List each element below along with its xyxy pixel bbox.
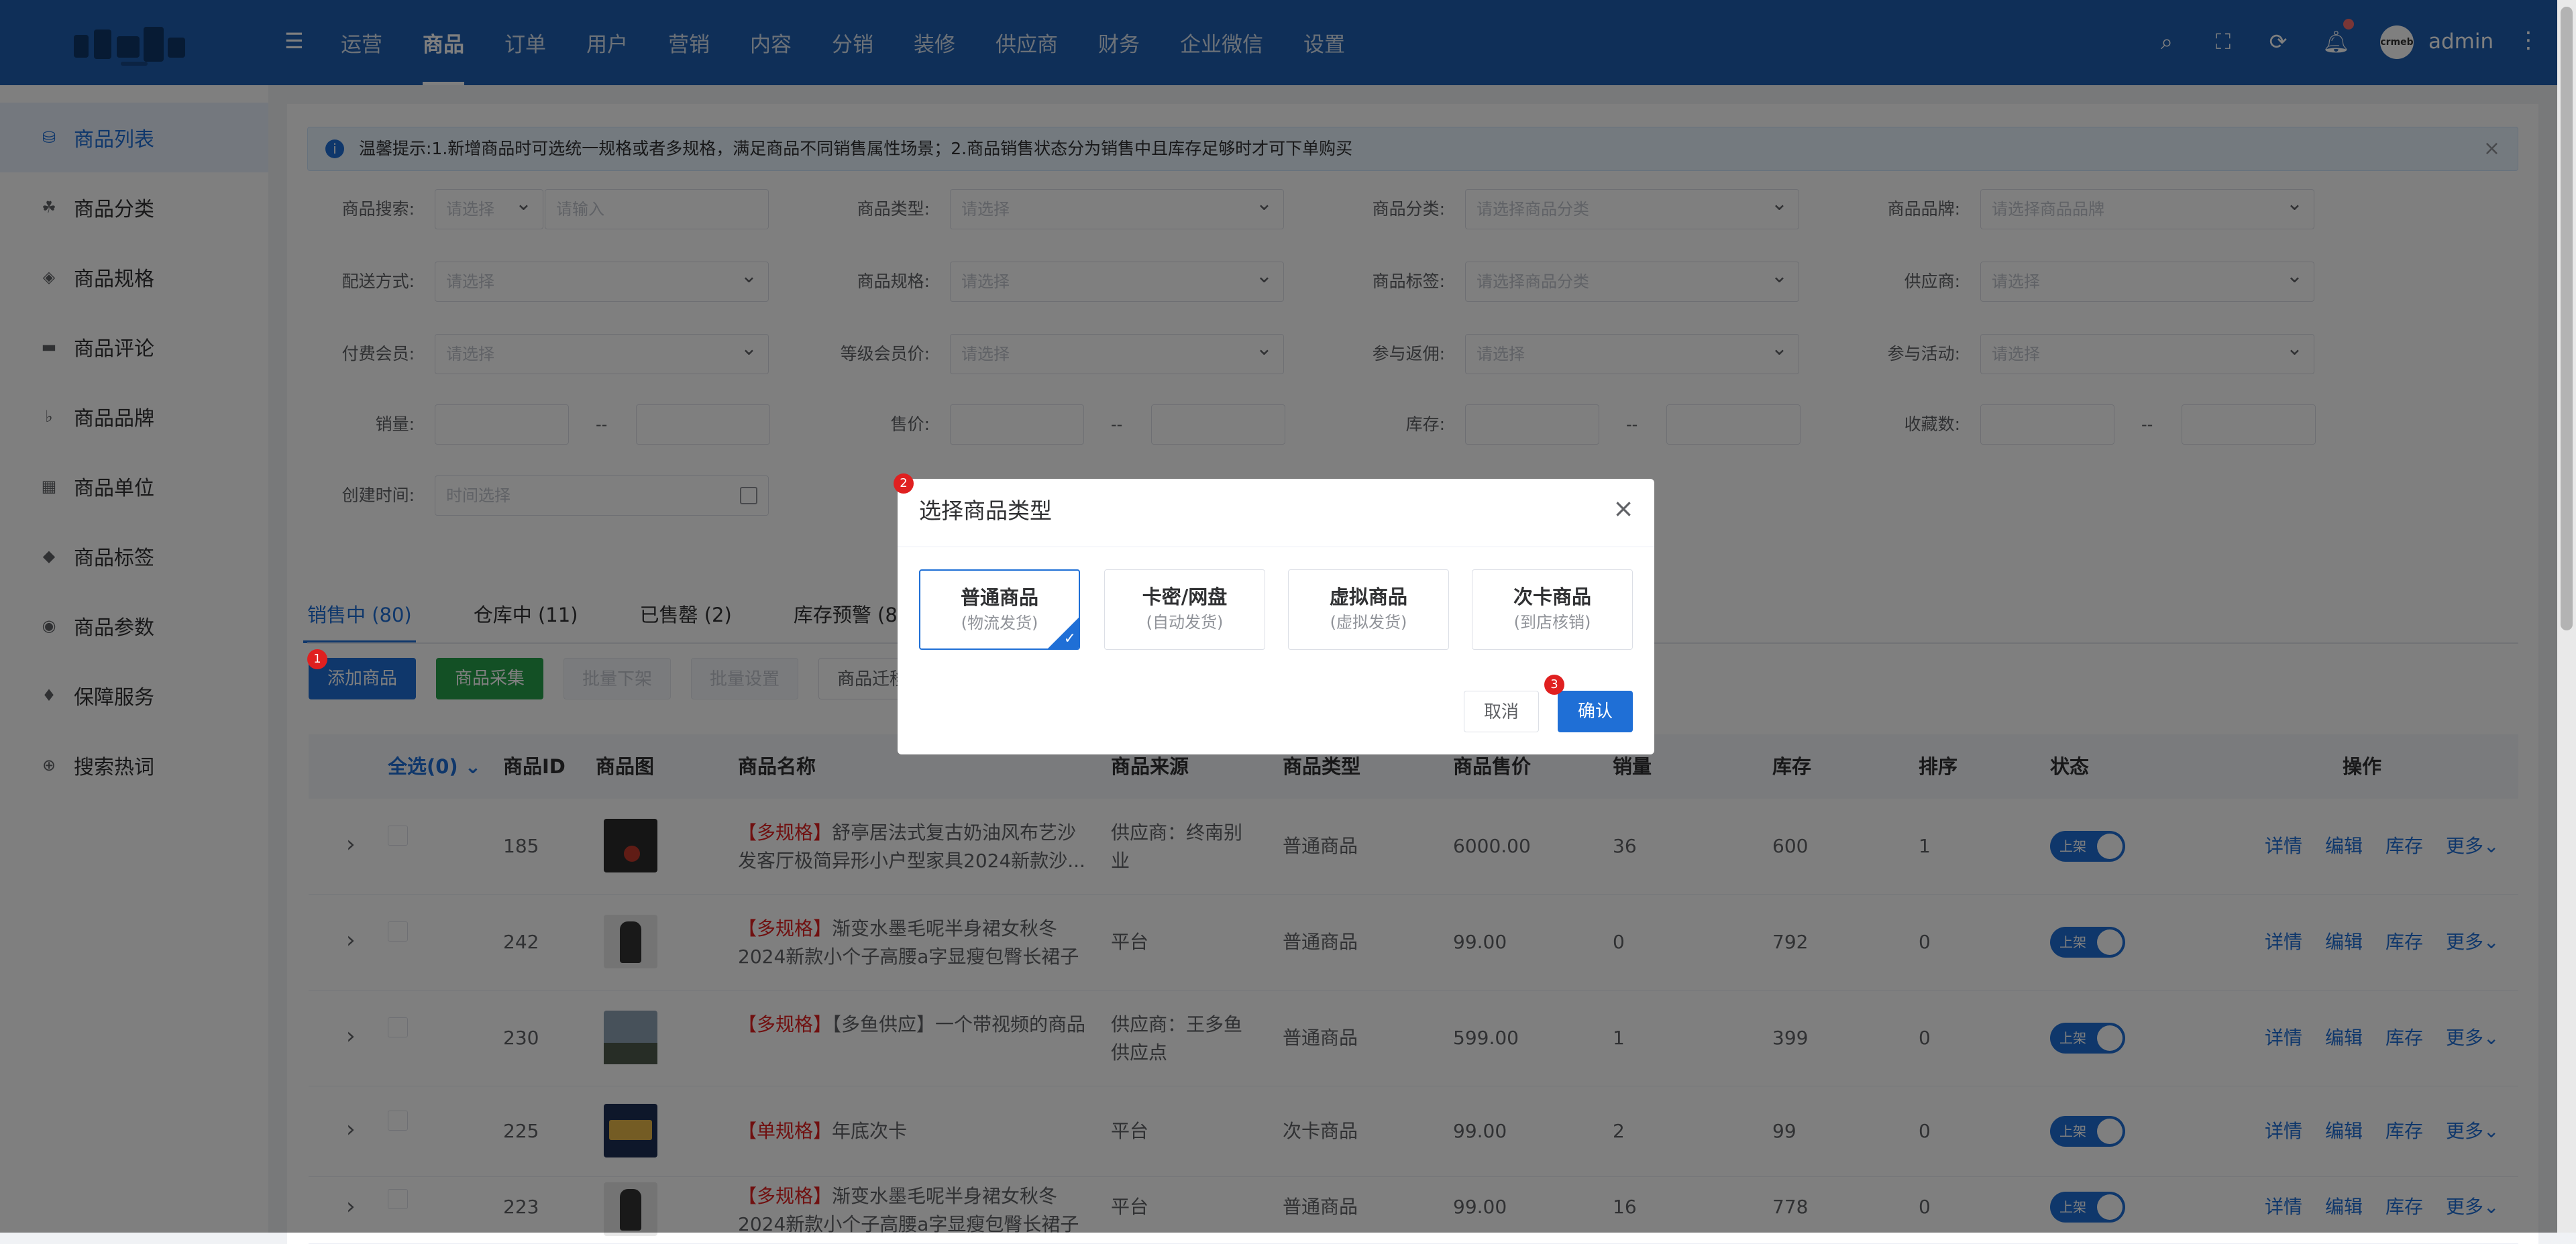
step-badge-3: 3 — [1544, 675, 1564, 695]
cancel-button[interactable]: 取消 — [1464, 691, 1539, 732]
confirm-button[interactable]: 确认 — [1558, 691, 1633, 732]
step-badge-2: 2 — [894, 473, 914, 494]
close-icon[interactable]: × — [1613, 494, 1634, 523]
type-card-card-code[interactable]: 卡密/网盘 (自动发货) — [1104, 569, 1265, 650]
scrollbar-thumb[interactable] — [2561, 7, 2573, 630]
dialog-title: 选择商品类型 — [919, 498, 1052, 524]
type-title: 普通商品 — [960, 586, 1038, 609]
type-title: 虚拟商品 — [1329, 585, 1407, 608]
type-title: 卡密/网盘 — [1142, 585, 1228, 608]
type-card-virtual[interactable]: 虚拟商品 (虚拟发货) — [1288, 569, 1449, 650]
product-type-dialog: 选择商品类型 × 普通商品 (物流发货) ✓ 卡密/网盘 (自动发货) 虚拟商品… — [894, 473, 1654, 754]
type-subtitle: (自动发货) — [1146, 613, 1224, 632]
type-title: 次卡商品 — [1513, 585, 1591, 608]
check-icon: ✓ — [1063, 630, 1076, 647]
page-scrollbar[interactable] — [2557, 0, 2576, 1233]
type-card-times-card[interactable]: 次卡商品 (到店核销) — [1472, 569, 1633, 650]
type-card-normal[interactable]: 普通商品 (物流发货) ✓ — [919, 569, 1080, 650]
type-subtitle: (虚拟发货) — [1330, 613, 1407, 632]
step-badge-1: 1 — [307, 649, 327, 669]
type-subtitle: (到店核销) — [1513, 613, 1591, 632]
